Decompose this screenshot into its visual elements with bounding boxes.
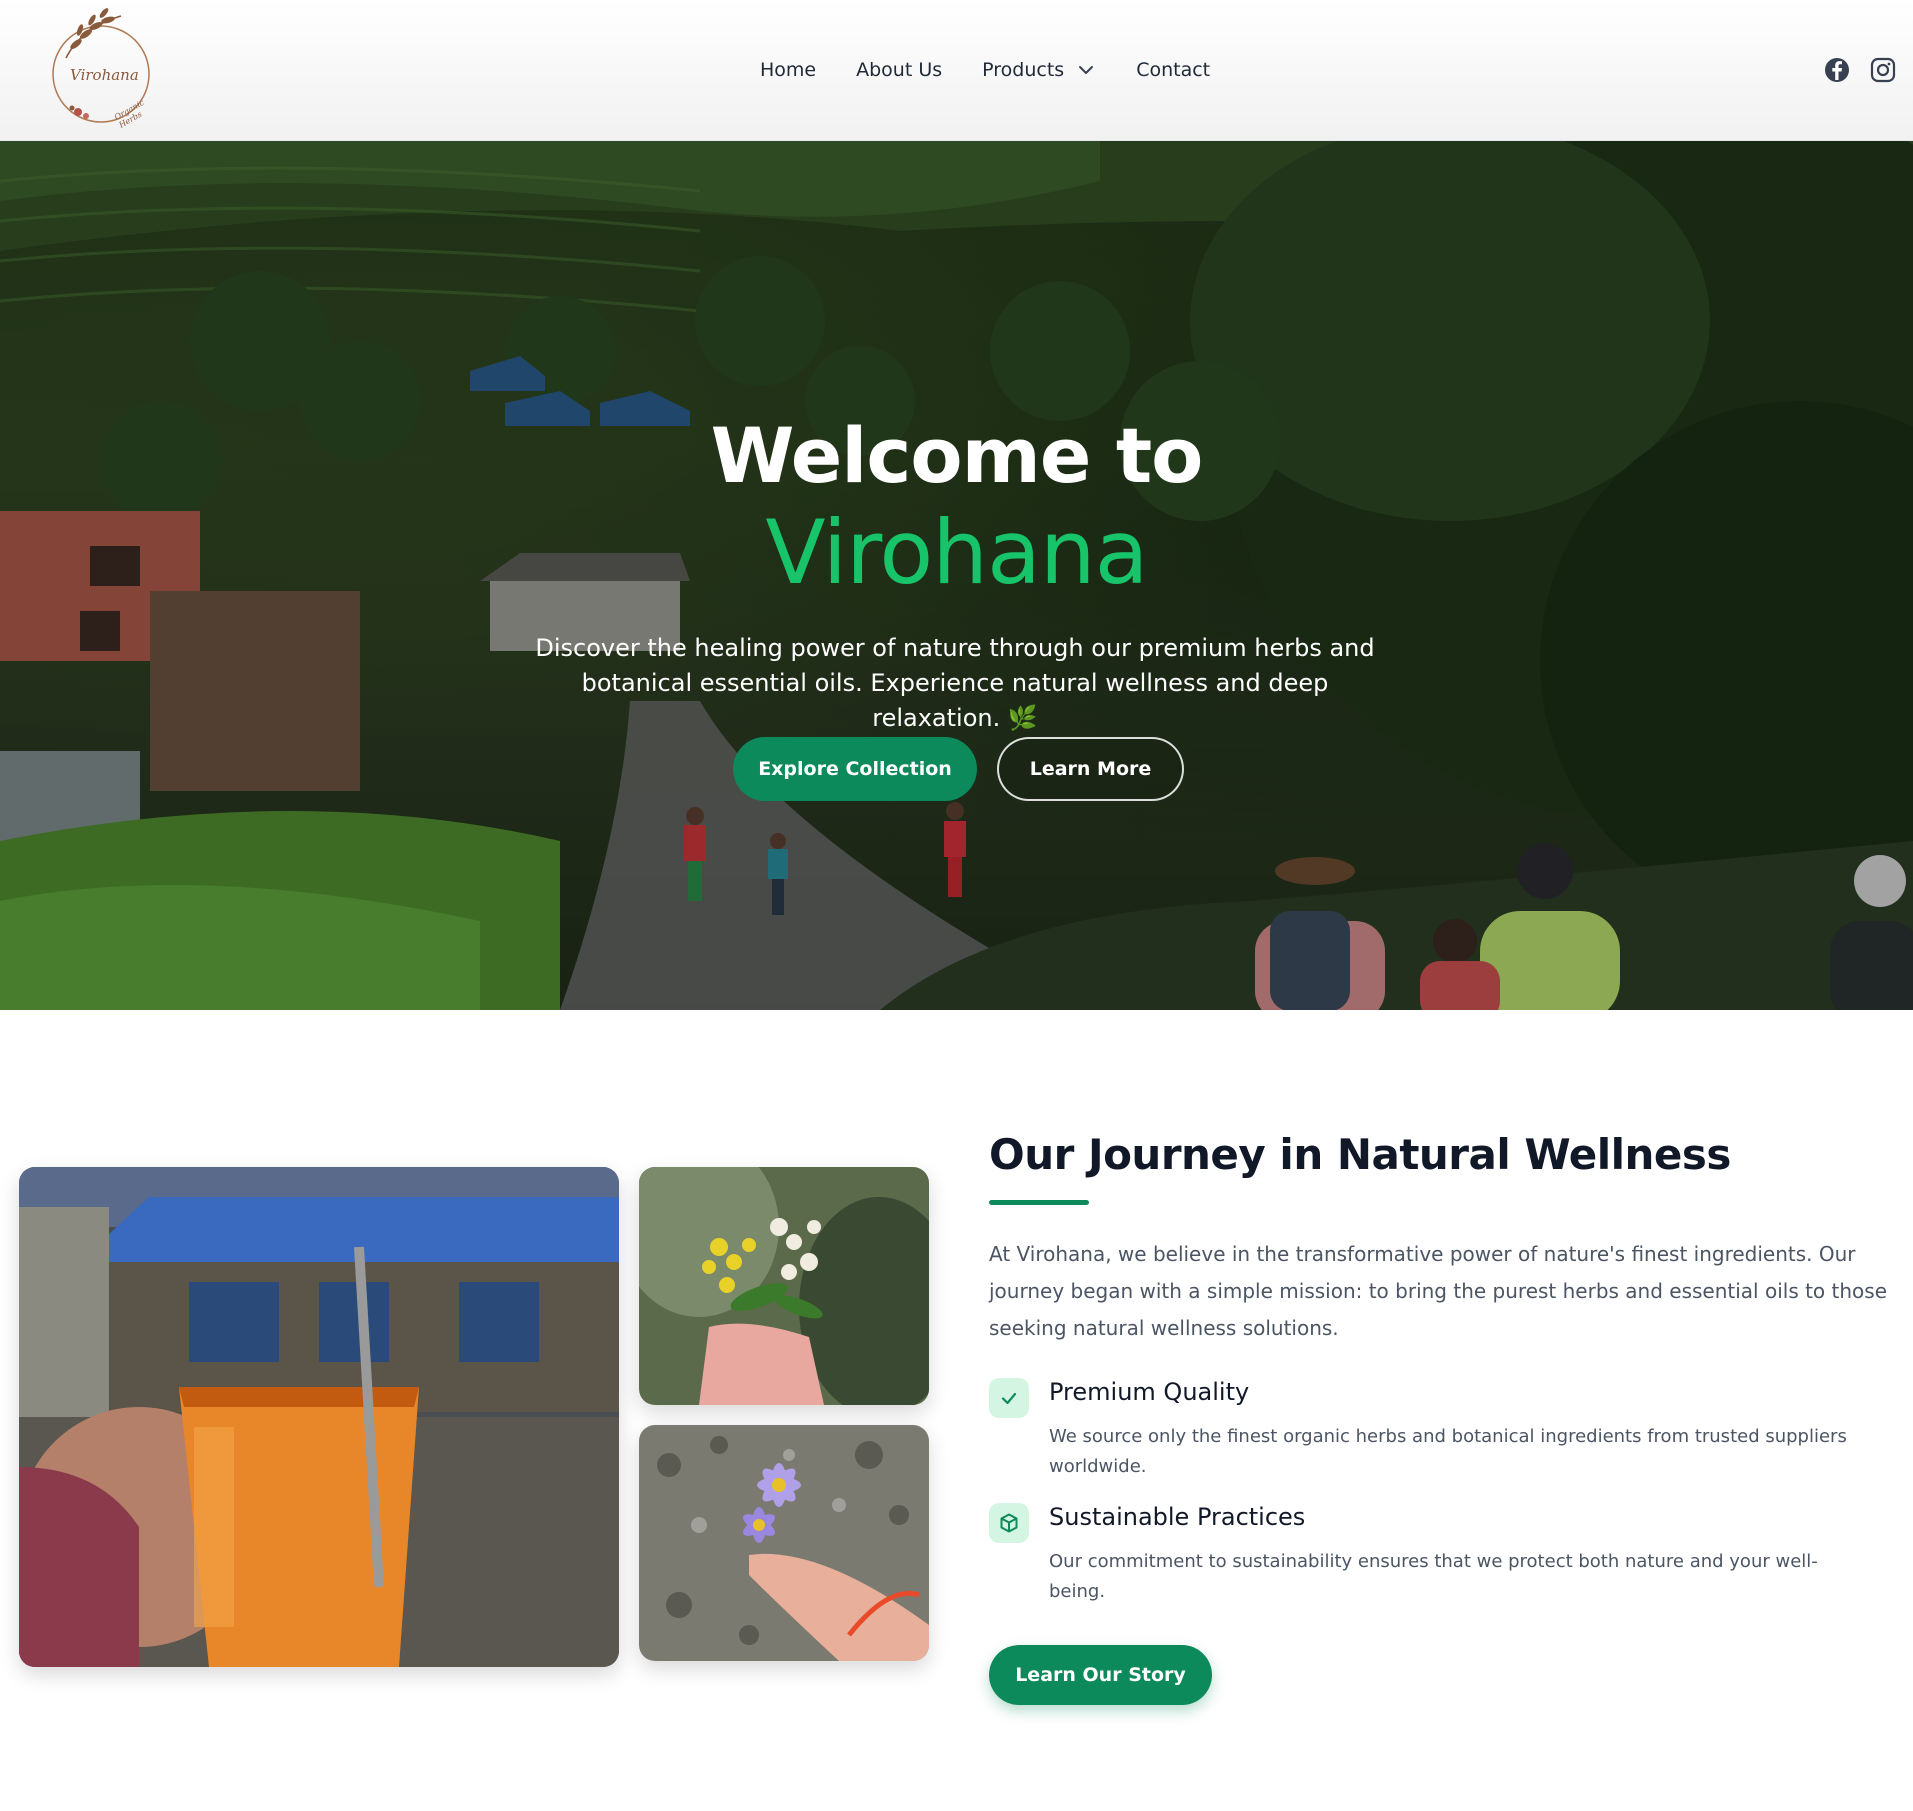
logo-text: Virohana (70, 66, 139, 84)
hero-section: Welcome to Virohana Discover the healing… (0, 141, 1913, 1010)
nav-item-home[interactable]: Home (760, 59, 816, 81)
chevron-down-icon (1079, 66, 1094, 74)
hero-brand-name: Virohana (765, 501, 1148, 604)
hero-description: Discover the healing power of nature thr… (520, 631, 1390, 736)
nav-label: Contact (1136, 59, 1211, 81)
title-underline (989, 1200, 1089, 1205)
feature-icon-badge (989, 1503, 1029, 1543)
flower-bouquet-photo (639, 1167, 929, 1405)
learn-our-story-button[interactable]: Learn Our Story (989, 1645, 1212, 1705)
instagram-icon[interactable] (1869, 56, 1897, 84)
nav-item-products[interactable]: Products (982, 59, 1096, 81)
hero-title: Welcome to (710, 411, 1204, 500)
aster-flower-image (639, 1425, 929, 1661)
feature-text: We source only the finest organic herbs … (1049, 1426, 1847, 1477)
nav-label: Products (982, 59, 1065, 81)
leaf-icon: 🌿 (1007, 704, 1038, 732)
main-nav: Home About Us Products Contact (760, 52, 1210, 88)
feature-text: Our commitment to sustainability ensures… (1049, 1551, 1818, 1602)
social-links (1805, 56, 1897, 84)
journey-title: Our Journey in Natural Wellness (989, 1130, 1731, 1179)
nav-label: About Us (856, 59, 943, 81)
box-icon (1000, 1513, 1018, 1533)
tea-glass-photo (19, 1167, 619, 1667)
aster-flower-photo (639, 1425, 929, 1661)
feature-icon-badge (989, 1378, 1029, 1418)
feature-title: Sustainable Practices (1049, 1503, 1306, 1531)
flower-bouquet-image (639, 1167, 929, 1405)
facebook-icon[interactable] (1823, 56, 1851, 84)
feature-title: Premium Quality (1049, 1378, 1250, 1406)
check-icon (1001, 1392, 1017, 1405)
learn-more-button[interactable]: Learn More (997, 737, 1184, 801)
hero-description-text: Discover the healing power of nature thr… (535, 634, 1375, 732)
site-header: Virohana Organic Herbs Home About Us Pro… (0, 0, 1913, 141)
journey-description: At Virohana, we believe in the transform… (989, 1242, 1888, 1340)
brand-logo[interactable]: Virohana Organic Herbs (36, 8, 166, 132)
explore-collection-button[interactable]: Explore Collection (733, 737, 977, 801)
tea-glass-image (19, 1167, 619, 1667)
nav-item-contact[interactable]: Contact (1136, 59, 1210, 81)
nav-label: Home (760, 59, 817, 81)
nav-item-about[interactable]: About Us (856, 59, 942, 81)
